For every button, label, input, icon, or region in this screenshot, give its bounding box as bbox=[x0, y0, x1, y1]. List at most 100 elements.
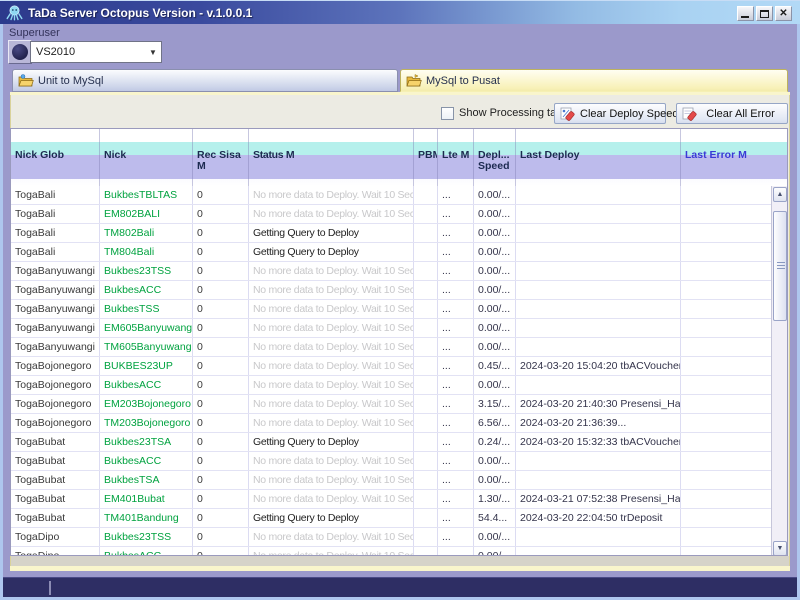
table-row[interactable]: TogaBubatBukbes23TSA0Getting Query to De… bbox=[11, 433, 787, 452]
button-label: Clear All Error bbox=[702, 108, 787, 120]
column-header[interactable]: Last Error M bbox=[681, 129, 787, 186]
clear-all-error-button[interactable]: Clear All Error bbox=[676, 103, 788, 124]
grid-body: TogaBaliBukbesTBLTAS0No more data to Dep… bbox=[11, 186, 787, 556]
cell-last_deploy bbox=[516, 300, 681, 318]
scroll-up-button[interactable]: ▲ bbox=[773, 187, 787, 202]
cell-lte: ... bbox=[438, 338, 474, 356]
column-header[interactable]: Last Deploy bbox=[516, 129, 681, 186]
table-row[interactable]: TogaBanyuwangiEM605Banyuwangi0No more da… bbox=[11, 319, 787, 338]
cell-pbm bbox=[414, 319, 438, 337]
cell-nick: TM804Bali bbox=[100, 243, 193, 261]
folder-open-icon bbox=[18, 74, 34, 87]
table-row[interactable]: TogaBaliEM802BALI0No more data to Deploy… bbox=[11, 205, 787, 224]
column-header[interactable]: Nick bbox=[100, 129, 193, 186]
cell-speed: 0.00/... bbox=[474, 186, 516, 204]
cell-lte: ... bbox=[438, 471, 474, 489]
scrollbar-thumb[interactable] bbox=[773, 211, 787, 321]
table-row[interactable]: TogaBanyuwangiBukbesACC0No more data to … bbox=[11, 281, 787, 300]
cell-nick: Bukbes23TSS bbox=[100, 528, 193, 546]
cell-speed: 0.00/... bbox=[474, 376, 516, 394]
minimize-button[interactable] bbox=[737, 6, 754, 21]
cell-rec_sisa: 0 bbox=[193, 395, 249, 413]
cell-lte: ... bbox=[438, 376, 474, 394]
cell-pbm bbox=[414, 471, 438, 489]
cell-speed: 0.00/... bbox=[474, 300, 516, 318]
status-bar bbox=[3, 577, 797, 597]
table-row[interactable]: TogaDipoBukbes23TSS0No more data to Depl… bbox=[11, 528, 787, 547]
table-row[interactable]: TogaBaliTM804Bali0Getting Query to Deplo… bbox=[11, 243, 787, 262]
column-header[interactable]: Depl... Speed bbox=[474, 129, 516, 186]
table-row[interactable]: TogaBaliTM802Bali0Getting Query to Deplo… bbox=[11, 224, 787, 243]
tab-unit-to-mysql[interactable]: Unit to MySql bbox=[12, 69, 398, 92]
cell-last_deploy bbox=[516, 547, 681, 556]
column-header[interactable]: Nick Glob bbox=[11, 129, 100, 186]
cell-speed: 0.00/... bbox=[474, 471, 516, 489]
table-row[interactable]: TogaBubatBukbesACC0No more data to Deplo… bbox=[11, 452, 787, 471]
tab-mysql-to-pusat[interactable]: MySql to Pusat bbox=[400, 69, 788, 92]
cell-rec_sisa: 0 bbox=[193, 376, 249, 394]
minimize-icon bbox=[741, 16, 749, 18]
table-row[interactable]: TogaBojonegoroTM203Bojonegoro0No more da… bbox=[11, 414, 787, 433]
scroll-down-button[interactable]: ▼ bbox=[773, 541, 787, 556]
cell-rec_sisa: 0 bbox=[193, 357, 249, 375]
table-row[interactable]: TogaBojonegoroEM203Bojonegoro0No more da… bbox=[11, 395, 787, 414]
table-row[interactable]: TogaBanyuwangiTM605Banyuwangi0No more da… bbox=[11, 338, 787, 357]
cell-pbm bbox=[414, 281, 438, 299]
column-header[interactable]: Rec Sisa M bbox=[193, 129, 249, 186]
vertical-scrollbar[interactable]: ▲ ▼ bbox=[771, 186, 787, 556]
cell-speed: 0.00/... bbox=[474, 205, 516, 223]
cell-last_deploy: 2024-03-20 22:04:50 trDeposit bbox=[516, 509, 681, 527]
cell-rec_sisa: 0 bbox=[193, 471, 249, 489]
cell-last_deploy: 2024-03-21 07:52:38 Presensi_Harian bbox=[516, 490, 681, 508]
column-header[interactable]: Lte M bbox=[438, 129, 474, 186]
chevron-down-icon[interactable]: ▼ bbox=[145, 48, 161, 57]
cell-lte: ... bbox=[438, 395, 474, 413]
statusbar-grip bbox=[49, 581, 51, 595]
cell-lte: ... bbox=[438, 357, 474, 375]
cell-last_deploy bbox=[516, 186, 681, 204]
table-row[interactable]: TogaBubatTM401Bandung0Getting Query to D… bbox=[11, 509, 787, 528]
column-header[interactable]: PBM bbox=[414, 129, 438, 186]
cell-speed: 54.4... bbox=[474, 509, 516, 527]
cell-nick: EM203Bojonegoro bbox=[100, 395, 193, 413]
table-row[interactable]: TogaBanyuwangiBukbes23TSS0No more data t… bbox=[11, 262, 787, 281]
title-bar[interactable]: TaDa Server Octopus Version - v.1.0.0.1 … bbox=[0, 0, 800, 24]
cell-last_deploy bbox=[516, 338, 681, 356]
close-button[interactable]: ✕ bbox=[775, 6, 792, 21]
cell-lte: ... bbox=[438, 509, 474, 527]
maximize-button[interactable] bbox=[756, 6, 773, 21]
table-row[interactable]: TogaBanyuwangiBukbesTSS0No more data to … bbox=[11, 300, 787, 319]
version-combobox[interactable]: VS2010 ▼ bbox=[30, 41, 162, 63]
cell-speed: 1.30/... bbox=[474, 490, 516, 508]
column-header[interactable]: Status M bbox=[249, 129, 414, 186]
cell-status: No more data to Deploy. Wait 10 Sec bbox=[249, 281, 414, 299]
cell-pbm bbox=[414, 262, 438, 280]
cell-nick_glob: TogaBali bbox=[11, 243, 100, 261]
table-row[interactable]: TogaBubatBukbesTSA0No more data to Deplo… bbox=[11, 471, 787, 490]
info-button[interactable] bbox=[8, 40, 32, 64]
cell-nick_glob: TogaBanyuwangi bbox=[11, 281, 100, 299]
clear-deploy-speed-button[interactable]: Clear Deploy Speed bbox=[554, 103, 666, 124]
table-row[interactable]: TogaBojonegoroBUKBES23UP0No more data to… bbox=[11, 357, 787, 376]
maximize-icon bbox=[760, 10, 769, 18]
cell-nick: TM802Bali bbox=[100, 224, 193, 242]
thumb-grip-icon bbox=[777, 262, 785, 269]
cell-pbm bbox=[414, 338, 438, 356]
table-row[interactable]: TogaBubatEM401Bubat0No more data to Depl… bbox=[11, 490, 787, 509]
cell-last_deploy bbox=[516, 319, 681, 337]
cell-status: No more data to Deploy. Wait 10 Sec bbox=[249, 300, 414, 318]
cell-nick_glob: TogaDipo bbox=[11, 528, 100, 546]
cell-nick: BukbesACC bbox=[100, 452, 193, 470]
show-processing-checkbox[interactable] bbox=[441, 107, 454, 120]
table-row[interactable]: TogaBaliBukbesTBLTAS0No more data to Dep… bbox=[11, 186, 787, 205]
cell-nick: Bukbes23TSA bbox=[100, 433, 193, 451]
cell-status: No more data to Deploy. Wait 10 Sec bbox=[249, 395, 414, 413]
table-row[interactable]: TogaBojonegoroBukbesACC0No more data to … bbox=[11, 376, 787, 395]
cell-nick: EM401Bubat bbox=[100, 490, 193, 508]
cell-status: No more data to Deploy. Wait 10 Sec bbox=[249, 319, 414, 337]
cell-lte: ... bbox=[438, 205, 474, 223]
cell-last_deploy bbox=[516, 471, 681, 489]
cell-speed: 0.00/... bbox=[474, 243, 516, 261]
table-row[interactable]: TogaDipoBukbesACC0No more data to Deploy… bbox=[11, 547, 787, 556]
cell-lte: ... bbox=[438, 186, 474, 204]
